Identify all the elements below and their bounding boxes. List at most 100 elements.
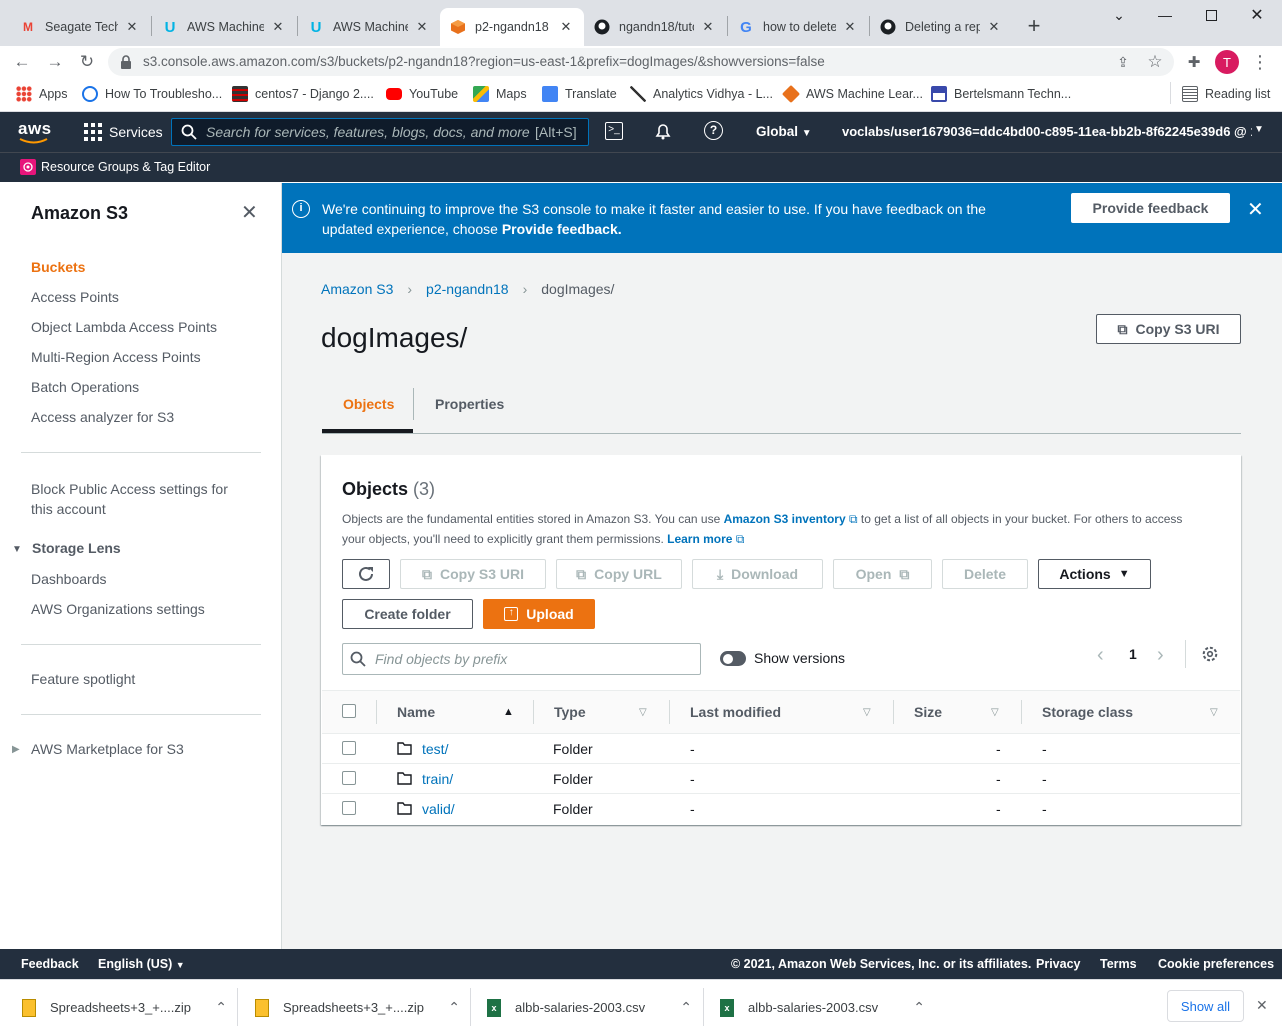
object-name-link[interactable]: train/: [422, 771, 453, 787]
close-icon[interactable]: ✕: [842, 19, 858, 35]
bookmark-item[interactable]: Maps: [473, 85, 527, 103]
help-question-icon[interactable]: ?: [704, 121, 723, 140]
kebab-menu-icon[interactable]: ⋮: [1248, 50, 1272, 74]
extensions-puzzle-icon[interactable]: ✚: [1182, 50, 1206, 74]
breadcrumb-amazon-s3[interactable]: Amazon S3: [321, 281, 393, 297]
bookmark-item[interactable]: centos7 - Django 2....: [232, 85, 374, 103]
cloudshell-icon[interactable]: >_: [605, 122, 623, 140]
chevron-up-icon[interactable]: ⌃: [680, 999, 692, 1016]
new-tab-plus-icon[interactable]: +: [1022, 14, 1046, 38]
sidebar-item-buckets[interactable]: Buckets: [31, 259, 85, 275]
close-icon[interactable]: ✕: [270, 19, 286, 35]
column-header-storage-class[interactable]: Storage class: [1042, 704, 1133, 720]
favorite-resource-groups[interactable]: Resource Groups & Tag Editor: [41, 160, 210, 174]
bookmark-item[interactable]: Translate: [542, 85, 617, 103]
close-icon[interactable]: ✕: [700, 19, 716, 35]
create-folder-button[interactable]: Create folder: [342, 599, 473, 629]
language-selector[interactable]: English (US) ▼: [98, 957, 185, 971]
browser-tab[interactable]: G how to delete a ✕: [728, 8, 868, 46]
expand-caret-down-icon[interactable]: ▼: [12, 544, 22, 555]
footer-terms-link[interactable]: Terms: [1100, 957, 1137, 971]
sidebar-item-block-public-access[interactable]: Block Public Access settings for this ac…: [31, 479, 251, 519]
sidebar-item-multi-region[interactable]: Multi-Region Access Points: [31, 349, 201, 365]
tab-search-chevron-icon[interactable]: ⌄: [1096, 0, 1142, 30]
close-icon[interactable]: ✕: [124, 19, 140, 35]
page-number[interactable]: 1: [1129, 646, 1137, 662]
browser-tab[interactable]: Deleting a repo ✕: [870, 8, 1012, 46]
sort-ascending-icon[interactable]: ▲: [503, 706, 514, 718]
provide-feedback-button[interactable]: Provide feedback: [1071, 193, 1230, 223]
sidebar-item-feature-spotlight[interactable]: Feature spotlight: [31, 671, 135, 687]
aws-logo[interactable]: aws: [18, 119, 52, 139]
back-arrow-icon[interactable]: ←: [10, 50, 34, 74]
copy-s3-uri-button[interactable]: ⧉ Copy S3 URI: [400, 559, 546, 589]
download-item[interactable]: x albb-salaries-2003.csv ⌃: [720, 979, 925, 1036]
chevron-up-icon[interactable]: ⌃: [913, 999, 925, 1016]
sidebar-item-object-lambda[interactable]: Object Lambda Access Points: [31, 319, 217, 335]
column-header-name[interactable]: Name: [397, 704, 435, 720]
share-icon[interactable]: ⇪: [1111, 50, 1135, 74]
tab-objects[interactable]: Objects: [343, 396, 394, 412]
close-icon[interactable]: ✕: [414, 19, 430, 35]
chevron-up-icon[interactable]: ⌃: [215, 999, 227, 1016]
sidebar-close-icon[interactable]: ✕: [241, 203, 258, 223]
services-menu[interactable]: Services: [109, 124, 163, 140]
prev-page-chevron-icon[interactable]: ‹: [1097, 644, 1104, 667]
download-item[interactable]: Spreadsheets+3_+....zip ⌃: [255, 979, 460, 1036]
browser-tab[interactable]: U AWS Machine Le ✕: [152, 8, 296, 46]
bookmark-item[interactable]: Bertelsmann Techn...: [931, 85, 1071, 103]
bookmark-item[interactable]: AWS Machine Lear...: [781, 84, 923, 104]
refresh-button[interactable]: [342, 559, 390, 589]
footer-feedback-link[interactable]: Feedback: [21, 957, 79, 971]
download-item[interactable]: Spreadsheets+3_+....zip ⌃: [22, 979, 227, 1036]
services-grid-icon[interactable]: [84, 123, 102, 141]
copy-url-button[interactable]: ⧉ Copy URL: [556, 559, 682, 589]
open-button[interactable]: Open ⧉: [833, 559, 932, 589]
bookmark-apps[interactable]: Apps: [16, 85, 68, 103]
object-name-link[interactable]: test/: [422, 741, 448, 757]
delete-button[interactable]: Delete: [942, 559, 1028, 589]
table-row[interactable]: [322, 764, 1240, 794]
sort-caret-icon[interactable]: ▽: [863, 707, 871, 718]
account-menu[interactable]: voclabs/user1679036=ddc4bd00-c895-11ea-b…: [842, 124, 1252, 139]
bell-icon[interactable]: [653, 121, 673, 141]
sort-caret-icon[interactable]: ▽: [991, 707, 999, 718]
column-header-type[interactable]: Type: [554, 704, 586, 720]
browser-tab-active[interactable]: p2-ngandn18 - ✕: [440, 8, 584, 46]
close-shelf-icon[interactable]: ✕: [1256, 997, 1268, 1014]
breadcrumb-bucket[interactable]: p2-ngandn18: [426, 281, 509, 297]
banner-close-icon[interactable]: ✕: [1247, 197, 1264, 222]
object-name-link[interactable]: valid/: [422, 801, 455, 817]
maximize-icon[interactable]: [1188, 0, 1234, 30]
show-versions-toggle[interactable]: [720, 651, 746, 666]
close-icon[interactable]: ✕: [986, 19, 1002, 35]
chevron-up-icon[interactable]: ⌃: [448, 999, 460, 1016]
show-all-downloads-button[interactable]: Show all: [1167, 990, 1244, 1022]
column-header-last-modified[interactable]: Last modified: [690, 704, 781, 720]
row-checkbox[interactable]: [342, 801, 356, 815]
download-item[interactable]: x albb-salaries-2003.csv ⌃: [487, 979, 692, 1036]
sort-caret-icon[interactable]: ▽: [1210, 707, 1218, 718]
sidebar-item-dashboards[interactable]: Dashboards: [31, 571, 107, 587]
reading-list[interactable]: Reading list: [1182, 85, 1270, 103]
copy-s3-uri-header-button[interactable]: ⧉ Copy S3 URI: [1096, 314, 1241, 344]
account-caret-icon[interactable]: ▼: [1254, 124, 1264, 135]
footer-cookie-link[interactable]: Cookie preferences: [1158, 957, 1274, 971]
learn-more-link[interactable]: Learn more: [667, 532, 732, 546]
forward-arrow-icon[interactable]: →: [43, 50, 67, 74]
sidebar-item-access-analyzer[interactable]: Access analyzer for S3: [31, 409, 174, 425]
browser-tab[interactable]: ngandn18/tuto ✕: [584, 8, 726, 46]
sidebar-section-storage-lens[interactable]: Storage Lens: [32, 540, 121, 556]
sort-caret-icon[interactable]: ▽: [639, 707, 647, 718]
row-checkbox[interactable]: [342, 741, 356, 755]
s3-inventory-link[interactable]: Amazon S3 inventory: [724, 512, 846, 526]
column-header-size[interactable]: Size: [914, 704, 942, 720]
table-row[interactable]: [322, 794, 1240, 824]
tab-properties[interactable]: Properties: [435, 396, 504, 412]
expand-caret-right-icon[interactable]: ▶: [12, 744, 20, 755]
sidebar-item-batch-operations[interactable]: Batch Operations: [31, 379, 139, 395]
next-page-chevron-icon[interactable]: ›: [1157, 644, 1164, 667]
browser-tab[interactable]: M Seagate Techno ✕: [10, 8, 150, 46]
settings-gear-icon[interactable]: [1201, 645, 1219, 663]
row-checkbox[interactable]: [342, 771, 356, 785]
